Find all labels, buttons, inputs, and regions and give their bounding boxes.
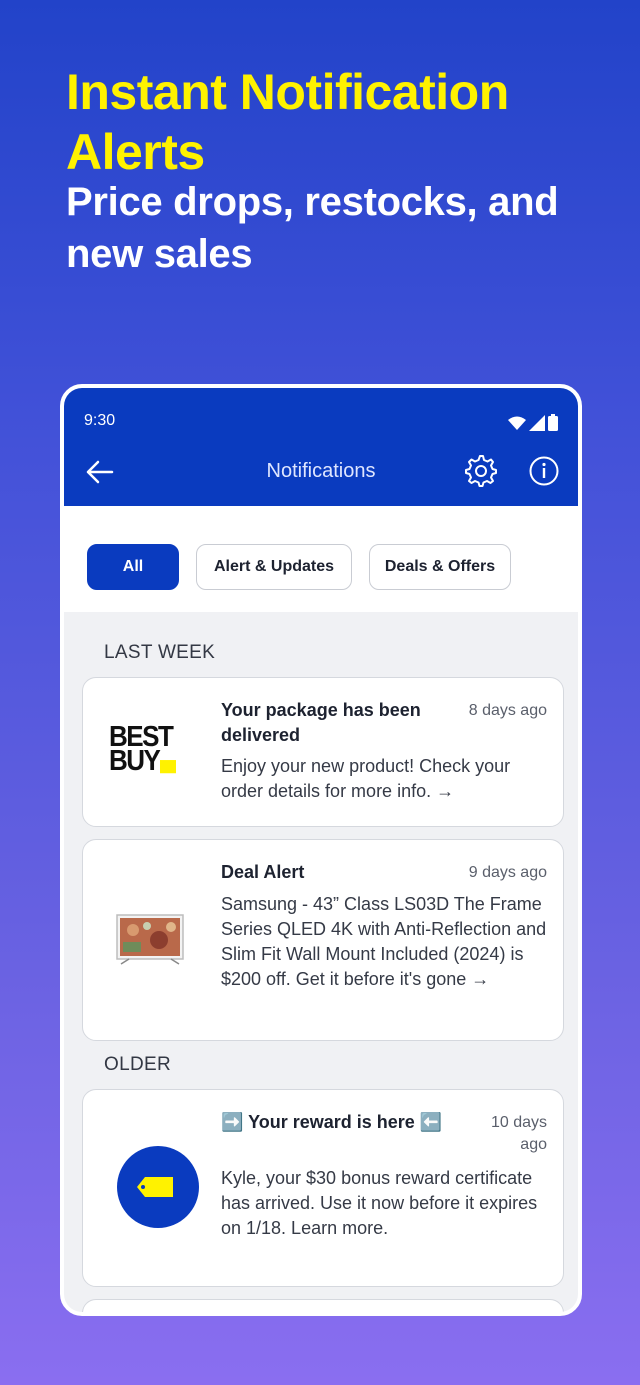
notification-time: 9 days ago xyxy=(468,864,547,881)
promo-banner: Instant Notification Alerts Price drops,… xyxy=(66,62,626,280)
filter-bar: All Alert & Updates Deals & Offers xyxy=(64,506,578,612)
best-buy-logo: BEST BUY xyxy=(109,722,199,778)
notification-card[interactable]: ➡️ Your reward is here ⬅️ 10 days ago Ky… xyxy=(82,1089,564,1287)
notification-card[interactable]: BEST BUY Your package has been delivered… xyxy=(82,677,564,827)
filter-all[interactable]: All xyxy=(87,544,179,590)
toolbar: Notifications xyxy=(64,452,578,492)
notification-card[interactable] xyxy=(82,1299,564,1312)
notification-list[interactable]: LAST WEEK BEST BUY Your package has been… xyxy=(64,612,578,1312)
status-time: 9:30 xyxy=(84,412,116,429)
notification-body: Enjoy your new product! Check your order… xyxy=(221,756,511,801)
notification-body: Samsung - 43” Class LS03D The Frame Seri… xyxy=(221,894,547,989)
page-title: Notifications xyxy=(266,460,376,482)
notification-time: 8 days ago xyxy=(468,702,547,719)
filter-deals-offers[interactable]: Deals & Offers xyxy=(369,544,511,590)
promo-headline: Instant Notification Alerts xyxy=(66,64,509,180)
promo-subhead: Price drops, restocks, and new sales xyxy=(66,180,559,276)
notification-body: Kyle, your $30 bonus reward certificate … xyxy=(221,1168,538,1238)
filter-alerts-updates[interactable]: Alert & Updates xyxy=(196,544,352,590)
reward-tag-icon xyxy=(117,1146,199,1228)
wifi-icon xyxy=(508,416,526,430)
phone-screen: 9:30 Notifications All Alert & Updates D… xyxy=(60,384,582,1316)
info-icon[interactable] xyxy=(528,455,560,487)
notification-title: ➡️ Your reward is here ⬅️ xyxy=(221,1112,443,1132)
notification-card[interactable]: Deal Alert 9 days ago Samsung - 43” Clas… xyxy=(82,839,564,1041)
status-bar: 9:30 xyxy=(84,412,558,434)
notification-time: 10 days ago xyxy=(490,1114,547,1153)
section-header-older: OLDER xyxy=(104,1054,171,1075)
gear-icon[interactable] xyxy=(464,454,498,488)
app-bar: 9:30 Notifications xyxy=(64,388,578,506)
tv-product-image xyxy=(109,914,191,973)
signal-icon xyxy=(529,414,545,431)
tag-mark xyxy=(160,760,177,774)
notification-title: Deal Alert xyxy=(221,862,305,882)
section-header-last-week: LAST WEEK xyxy=(104,642,216,663)
notification-title: Your package has been delivered xyxy=(221,700,421,745)
battery-icon xyxy=(548,414,558,431)
